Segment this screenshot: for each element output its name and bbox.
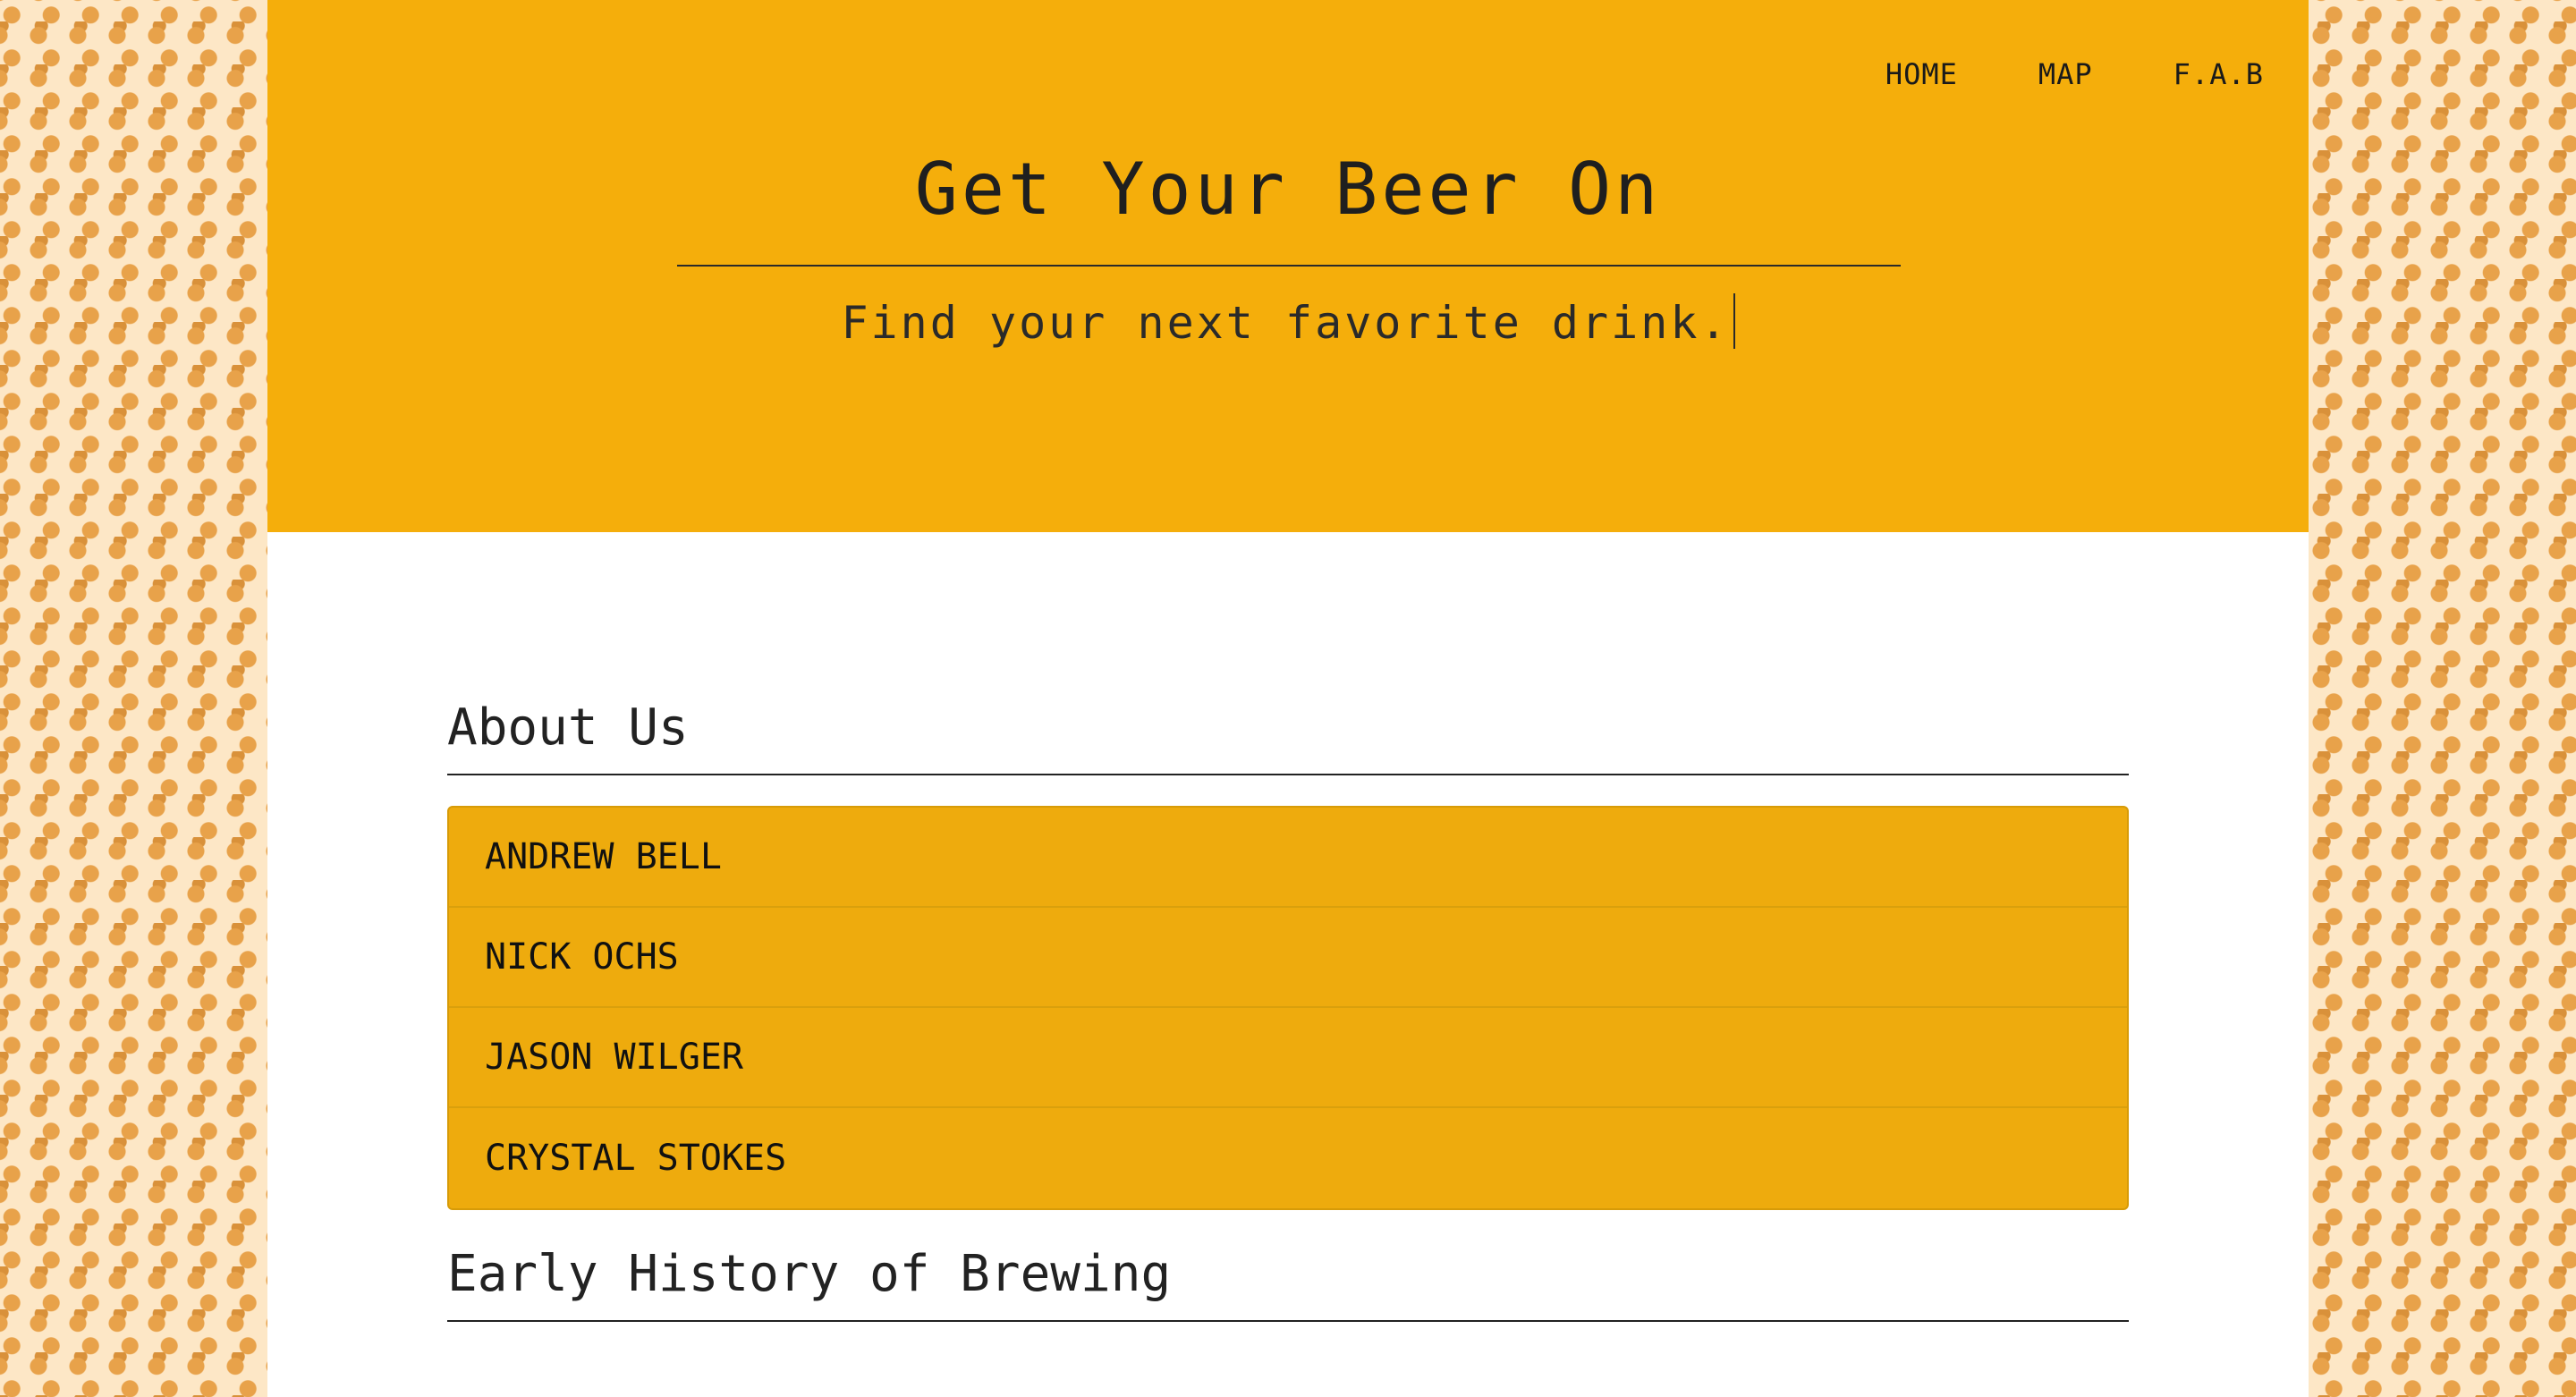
hero-subtitle-container: Find your next favorite drink. [267, 293, 2309, 349]
hero-title: Get Your Beer On [914, 148, 1662, 231]
top-nav: HOME MAP F.A.B [1885, 57, 2264, 91]
hero-divider [677, 265, 1901, 267]
nav-home-link[interactable]: HOME [1885, 57, 1958, 91]
hero-subtitle: Find your next favorite drink. [841, 297, 1730, 349]
main-content: About Us ANDREW BELL NICK OCHS JASON WIL… [447, 698, 2129, 1323]
about-us-heading: About Us [447, 698, 2129, 776]
team-member-item[interactable]: JASON WILGER [449, 1008, 2127, 1109]
nav-map-link[interactable]: MAP [2038, 57, 2093, 91]
main-page-column: HOME MAP F.A.B Get Your Beer On Find you… [267, 0, 2309, 1397]
typing-cursor [1733, 293, 1735, 349]
nav-fab-link[interactable]: F.A.B [2174, 57, 2264, 91]
brewing-history-heading: Early History of Brewing [447, 1244, 2129, 1323]
team-member-list: ANDREW BELL NICK OCHS JASON WILGER CRYST… [447, 806, 2129, 1211]
team-member-item[interactable]: CRYSTAL STOKES [449, 1108, 2127, 1208]
hero-banner: HOME MAP F.A.B Get Your Beer On Find you… [267, 0, 2309, 532]
team-member-item[interactable]: ANDREW BELL [449, 808, 2127, 909]
team-member-item[interactable]: NICK OCHS [449, 908, 2127, 1009]
